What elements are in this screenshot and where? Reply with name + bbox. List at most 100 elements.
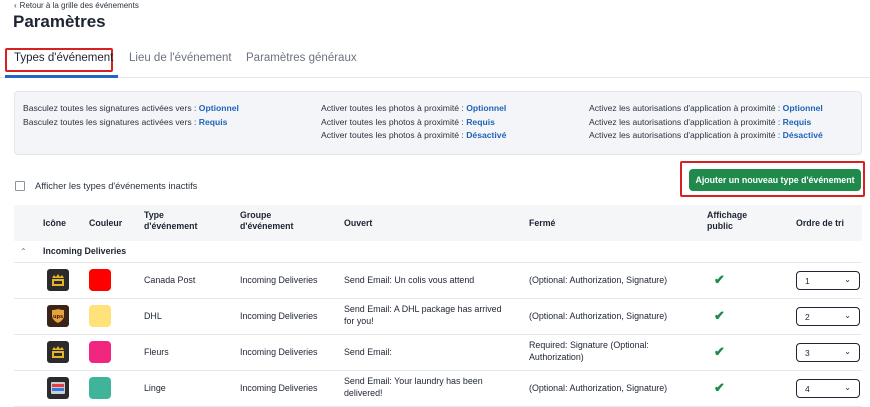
header-group: Groupe d'événement [240, 210, 293, 232]
photo-disabled-link[interactable]: Désactivé [466, 130, 506, 140]
table-row[interactable]: ups DHL Incoming Deliveries Send Email: … [14, 299, 862, 335]
open-action: Send Email: A DHL package has arrived for… [344, 304, 502, 327]
public-check-icon: ✔ [714, 272, 725, 287]
page-title: Paramètres [13, 12, 106, 31]
chevron-down-icon: ⌄ [844, 311, 851, 320]
open-action-line2: delivered! [344, 387, 383, 398]
chevron-down-icon: ⌄ [844, 347, 851, 356]
public-check-icon: ✔ [714, 380, 725, 395]
chevron-down-icon: ⌄ [844, 383, 851, 392]
sort-order-value: 1 [805, 275, 810, 286]
tab-event-location[interactable]: Lieu de l'événement [129, 52, 232, 64]
tab-general-settings[interactable]: Paramètres généraux [246, 52, 357, 64]
tab-divider [0, 77, 870, 78]
sort-order-value: 4 [805, 383, 810, 394]
closed-action-line1: (Optional: Authorization, Signature) [529, 383, 668, 393]
signature-setting-label: Basculez toutes les signatures activées … [23, 103, 199, 113]
closed-action-line1: Required: Signature (Optional: [529, 340, 649, 350]
table-row[interactable]: Canada Post Incoming Deliveries Send Ema… [14, 263, 862, 299]
closed-action: Required: Signature (Optional: Authorizat… [529, 340, 649, 363]
chevron-left-icon: ‹ [14, 1, 17, 10]
show-inactive-checkbox[interactable] [15, 181, 25, 191]
header-group-line2: d'événement [240, 221, 294, 231]
table-header: Icône Couleur Type d'événement Groupe d'év… [14, 205, 862, 241]
color-swatch [89, 269, 111, 291]
svg-text:ups: ups [53, 314, 63, 320]
color-swatch [89, 305, 111, 327]
authorization-optional-link[interactable]: Optionnel [783, 103, 823, 113]
authorization-setting-label: Activez les autorisations d'application … [589, 130, 783, 141]
signature-required-link[interactable]: Requis [199, 117, 228, 127]
open-action-line1: Send Email: [344, 347, 392, 357]
ups-shield-icon: ups [47, 305, 69, 327]
header-public-line2: public [707, 221, 733, 231]
open-action-line1: Send Email: Un colis vous attend [344, 275, 475, 285]
crown-package-icon [47, 269, 69, 291]
show-inactive-label: Afficher les types d'événements inactifs [35, 181, 198, 191]
photo-required-link[interactable]: Requis [466, 117, 495, 127]
show-inactive-toggle[interactable]: Afficher les types d'événements inactifs [15, 181, 197, 191]
header-type-line2: d'événement [144, 221, 198, 231]
closed-action-line1: (Optional: Authorization, Signature) [529, 311, 668, 321]
authorization-setting-label: Activez les autorisations d'application … [589, 116, 783, 127]
bulk-settings-panel: Basculez toutes les signatures activées … [14, 91, 862, 155]
table-row[interactable]: Fleurs Incoming Deliveries Send Email: R… [14, 335, 862, 371]
public-check-icon: ✔ [714, 344, 725, 359]
header-type-line1: Type [144, 210, 164, 220]
sort-order-select[interactable]: 3 ⌄ [796, 343, 860, 362]
open-action-line2: for you! [344, 315, 374, 326]
open-action-line1: Send Email: A DHL package has arrived [344, 304, 502, 314]
header-color: Couleur [89, 218, 123, 228]
event-type-name: DHL [144, 311, 162, 321]
authorization-settings: Activez les autorisations d'application … [589, 102, 823, 143]
open-action: Send Email: Your laundry has been deliver… [344, 376, 483, 399]
header-icon: Icône [43, 218, 66, 228]
signature-setting-label: Basculez toutes les signatures activées … [23, 116, 199, 127]
header-public: Affichage public [707, 210, 747, 232]
closed-action: (Optional: Authorization, Signature) [529, 311, 667, 323]
event-type-name: Linge [144, 383, 166, 393]
sort-order-select[interactable]: 4 ⌄ [796, 379, 860, 398]
sort-order-value: 3 [805, 347, 810, 358]
photo-settings: Activer toutes les photos à proximité : … [321, 102, 506, 143]
photo-optional-link[interactable]: Optionnel [466, 103, 506, 113]
closed-action-line1: (Optional: Authorization, Signature) [529, 275, 668, 285]
sort-order-select[interactable]: 1 ⌄ [796, 271, 860, 290]
collapse-caret-icon[interactable]: ⌃ [20, 247, 27, 256]
signature-settings: Basculez toutes les signatures activées … [23, 102, 239, 129]
event-group-name: Incoming Deliveries [240, 311, 318, 321]
laundry-icon [47, 377, 69, 399]
closed-action: (Optional: Authorization, Signature) [529, 275, 667, 287]
color-swatch [89, 377, 111, 399]
sort-order-value: 2 [805, 311, 810, 322]
event-group-name: Incoming Deliveries [240, 383, 318, 393]
closed-action: (Optional: Authorization, Signature) [529, 383, 667, 395]
open-action: Send Email: [344, 347, 392, 359]
color-swatch [89, 341, 111, 363]
event-group-name: Incoming Deliveries [240, 347, 318, 357]
photo-setting-label: Activer toutes les photos à proximité : [321, 130, 467, 141]
group-row[interactable]: ⌃ Incoming Deliveries [14, 241, 862, 263]
event-group-name: Incoming Deliveries [240, 275, 318, 285]
closed-action-line2: Authorization) [529, 351, 584, 362]
sort-order-select[interactable]: 2 ⌄ [796, 307, 860, 326]
back-to-events-link[interactable]: ‹ Retour à la grille des événements [14, 1, 139, 10]
tab-event-types[interactable]: Types d'événement [14, 52, 113, 64]
public-check-icon: ✔ [714, 308, 725, 323]
group-label: Incoming Deliveries [43, 246, 127, 256]
authorization-setting-label: Activez les autorisations d'application … [589, 103, 783, 113]
authorization-required-link[interactable]: Requis [783, 117, 812, 127]
signature-optional-link[interactable]: Optionnel [199, 103, 239, 113]
header-group-line1: Groupe [240, 210, 272, 220]
event-type-name: Fleurs [144, 347, 169, 357]
header-public-line1: Affichage [707, 210, 748, 220]
photo-setting-label: Activer toutes les photos à proximité : [321, 116, 467, 127]
open-action-line1: Send Email: Your laundry has been [344, 376, 483, 386]
authorization-disabled-link[interactable]: Désactivé [783, 130, 823, 140]
event-type-name: Canada Post [144, 275, 196, 285]
table-row[interactable]: Linge Incoming Deliveries Send Email: Yo… [14, 371, 862, 407]
header-closed: Fermé [529, 218, 556, 228]
add-event-type-button[interactable]: Ajouter un nouveau type d'événement [689, 169, 861, 191]
header-sort-order: Ordre de tri [796, 218, 844, 228]
header-open: Ouvert [344, 218, 373, 228]
